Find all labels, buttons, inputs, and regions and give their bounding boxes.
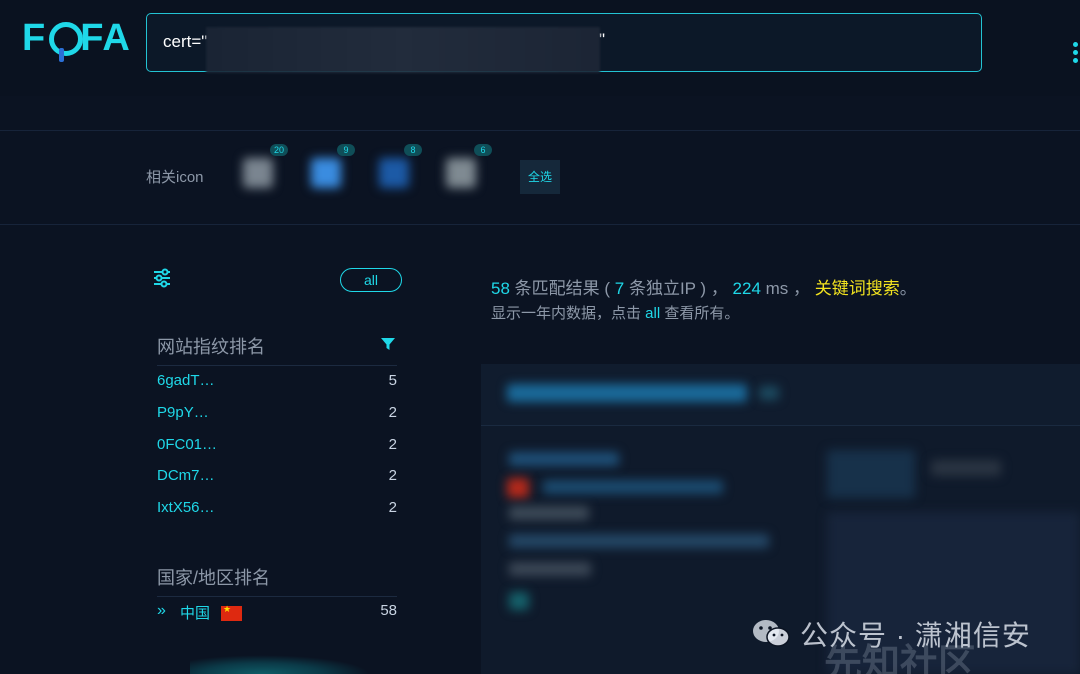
- redacted-query: [206, 27, 600, 73]
- related-icon-3[interactable]: [379, 158, 409, 188]
- icon-count-badge: 9: [337, 144, 355, 156]
- redacted-title: [509, 452, 619, 466]
- fingerprint-name[interactable]: DCm7…: [157, 467, 215, 484]
- fingerprint-ranking-title: 网站指纹排名: [157, 337, 265, 357]
- fingerprint-count: 2: [388, 467, 397, 484]
- wechat-icon: [753, 620, 790, 647]
- related-icon-4[interactable]: [446, 158, 476, 188]
- divider: [0, 130, 1080, 131]
- section-divider: [157, 365, 397, 366]
- watermark-text-secondary: 先知社区: [824, 643, 977, 674]
- redacted-badge: [759, 386, 779, 400]
- list-item: DCm7… 2: [157, 467, 397, 491]
- double-chevron-right-icon[interactable]: »: [157, 602, 166, 620]
- fingerprint-name[interactable]: 0FC01…: [157, 436, 217, 453]
- related-icon-1[interactable]: [243, 158, 273, 188]
- redacted-field: [509, 506, 589, 520]
- related-icon-2[interactable]: [311, 158, 341, 188]
- redacted-field: [509, 534, 769, 548]
- all-button[interactable]: all: [340, 268, 402, 292]
- result-hint: 显示一年内数据，点击 all 查看所有。: [491, 305, 740, 322]
- list-item: IxtX56… 2: [157, 499, 397, 523]
- divider: [0, 224, 1080, 225]
- country-count: 58: [380, 602, 397, 619]
- more-options-icon[interactable]: [1069, 42, 1080, 68]
- redacted-tag: [509, 592, 529, 610]
- redacted-tab[interactable]: [827, 450, 915, 498]
- select-all-button[interactable]: 全选: [520, 160, 560, 194]
- redacted-flag: [507, 478, 529, 498]
- section-divider: [157, 596, 397, 597]
- logo-o-icon: [48, 18, 84, 62]
- fingerprint-name[interactable]: 6gadT…: [157, 372, 215, 389]
- keyword-search-link[interactable]: 关键词搜索: [815, 279, 900, 298]
- country-name[interactable]: 中国: [180, 602, 210, 623]
- icon-count-badge: 8: [404, 144, 422, 156]
- fingerprint-count: 2: [388, 436, 397, 453]
- fingerprint-count: 2: [388, 404, 397, 421]
- list-item: 6gadT… 5: [157, 372, 397, 396]
- country-ranking-title: 国家/地区排名: [157, 568, 271, 588]
- funnel-filter-icon[interactable]: [380, 336, 396, 352]
- related-icons-label: 相关icon: [146, 169, 204, 186]
- fingerprint-count: 5: [388, 372, 397, 389]
- fingerprint-count: 2: [388, 499, 397, 516]
- list-item: 0FC01… 2: [157, 436, 397, 460]
- redacted-url[interactable]: [507, 384, 747, 402]
- list-item: P9pY… 2: [157, 404, 397, 428]
- result-summary: 58 条匹配结果 ( 7 条独立IP ) ， 224 ms ， 关键词搜索。: [491, 279, 917, 298]
- fofa-logo[interactable]: F FA: [22, 14, 131, 62]
- redacted-tab[interactable]: [931, 460, 1001, 476]
- fingerprint-name[interactable]: IxtX56…: [157, 499, 215, 516]
- icon-count-badge: 6: [474, 144, 492, 156]
- redacted-location: [543, 480, 723, 494]
- icon-count-badge: 20: [270, 144, 289, 156]
- china-flag-icon: [221, 604, 242, 621]
- list-item: » 中国 58: [157, 602, 397, 624]
- redacted-field: [509, 562, 591, 576]
- world-map: [190, 655, 370, 674]
- fingerprint-name[interactable]: P9pY…: [157, 404, 209, 421]
- show-all-link[interactable]: all: [645, 305, 660, 322]
- watermark: 公众号 · 潇湘信安 先知社区: [752, 612, 1080, 674]
- sliders-icon[interactable]: [152, 268, 172, 288]
